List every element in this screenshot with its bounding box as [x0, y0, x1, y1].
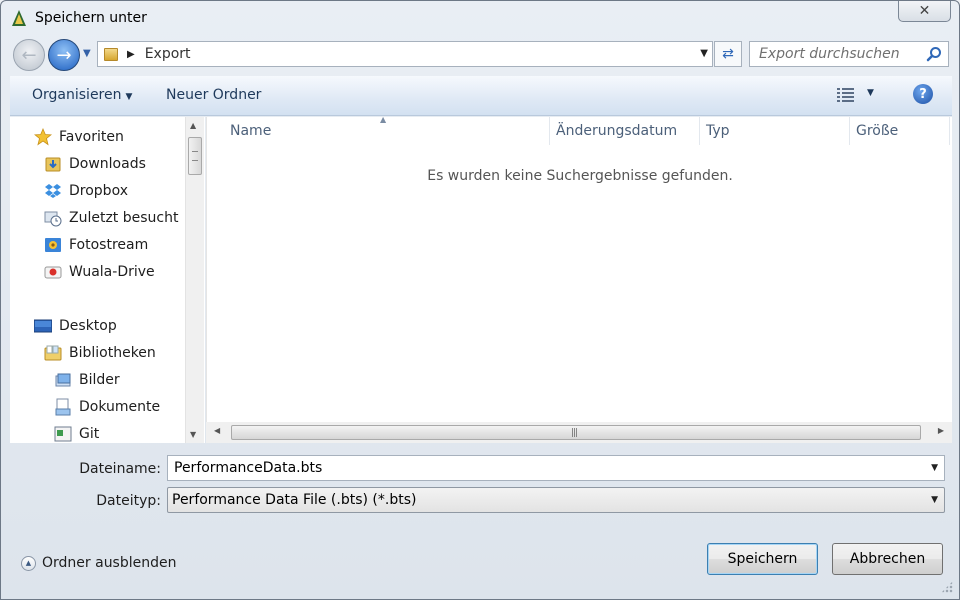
view-details-icon[interactable]: [836, 86, 856, 104]
command-bar: Organisieren ▼ Neuer Ordner ▼ ?: [10, 76, 952, 116]
sidebar-item-documents[interactable]: Dokumente: [54, 395, 160, 419]
title-bar: Speichern unter ✕: [1, 1, 959, 37]
scroll-up-icon[interactable]: ▲: [190, 121, 196, 130]
sidebar-item-pictures[interactable]: Bilder: [54, 368, 120, 392]
cancel-button[interactable]: Abbrechen: [832, 543, 943, 575]
sidebar-item-label: Zuletzt besucht: [69, 210, 179, 226]
sidebar-item-label: Git: [79, 426, 100, 442]
help-icon: ?: [919, 86, 927, 102]
new-folder-button[interactable]: Neuer Ordner: [166, 87, 261, 103]
filetype-selected-value: Performance Data File (.bts) (*.bts): [172, 492, 417, 508]
scrollbar-thumb[interactable]: [188, 137, 202, 175]
chevron-down-icon: ▼: [125, 92, 133, 102]
arrow-left-icon: ←: [21, 44, 37, 66]
sidebar-item-label: Favoriten: [59, 129, 124, 145]
search-icon[interactable]: [926, 46, 942, 62]
scroll-down-icon[interactable]: ▼: [190, 430, 196, 439]
scroll-left-icon[interactable]: ◀: [214, 426, 220, 435]
sidebar-item-label: Dokumente: [79, 399, 161, 415]
sidebar-item-label: Wuala-Drive: [69, 264, 155, 280]
back-button[interactable]: ←: [13, 39, 45, 71]
organize-menu-button[interactable]: Organisieren ▼: [32, 87, 132, 103]
organize-label: Organisieren: [32, 87, 122, 103]
sidebar-item-label: Bibliotheken: [69, 345, 156, 361]
app-icon: [12, 10, 26, 26]
filetype-label: Dateityp:: [96, 493, 161, 509]
window-title: Speichern unter: [35, 10, 147, 26]
pictures-library-icon: [55, 373, 71, 387]
hide-folders-label: Ordner ausblenden: [42, 555, 177, 571]
dropbox-icon: [45, 184, 61, 198]
sidebar-item-desktop[interactable]: Desktop: [34, 314, 117, 338]
column-divider[interactable]: [699, 117, 700, 145]
breadcrumb-separator-icon[interactable]: ▶: [127, 49, 135, 60]
chevron-up-icon: ▲: [21, 555, 36, 571]
help-button[interactable]: ?: [913, 84, 933, 104]
sidebar-item-wuala-drive[interactable]: Wuala-Drive: [44, 260, 155, 284]
libraries-icon: [44, 345, 62, 361]
search-input[interactable]: [750, 42, 920, 66]
refresh-button[interactable]: ⇄: [714, 41, 742, 67]
column-header-size[interactable]: Größe: [856, 123, 898, 139]
photostream-icon: [45, 238, 61, 252]
filename-input[interactable]: [168, 456, 918, 480]
column-header-name[interactable]: Name: [230, 123, 271, 139]
column-header-date-modified[interactable]: Änderungsdatum: [556, 123, 677, 139]
navigation-pane-scrollbar[interactable]: ▲ ▼: [185, 117, 204, 443]
filename-combobox[interactable]: ▼: [167, 455, 945, 481]
sidebar-item-label: Downloads: [69, 156, 146, 172]
recent-places-icon: [44, 211, 62, 227]
forward-button[interactable]: →: [48, 39, 80, 71]
filename-label: Dateiname:: [79, 461, 161, 477]
refresh-icon: ⇄: [722, 46, 734, 62]
scrollbar-thumb[interactable]: |||: [231, 425, 921, 440]
file-list: ▲ Name Änderungsdatum Typ Größe Es wurde…: [206, 115, 953, 422]
sidebar-item-recent-places[interactable]: Zuletzt besucht: [44, 206, 178, 230]
sort-ascending-icon: ▲: [380, 115, 387, 124]
recent-locations-dropdown[interactable]: ▼: [83, 48, 91, 59]
downloads-folder-icon: [45, 157, 61, 172]
sidebar-item-dropbox[interactable]: Dropbox: [44, 179, 128, 203]
git-library-icon: [54, 426, 72, 442]
column-divider[interactable]: [549, 117, 550, 145]
breadcrumb-export[interactable]: Export: [145, 46, 191, 62]
documents-library-icon: [55, 398, 71, 416]
empty-results-message: Es wurden keine Suchergebnisse gefunden.: [427, 168, 733, 184]
sidebar-item-photostream[interactable]: Fotostream: [44, 233, 148, 257]
hide-folders-toggle[interactable]: ▲ Ordner ausblenden: [21, 555, 177, 571]
resize-grip-icon[interactable]: [941, 581, 953, 593]
sidebar-item-favorites[interactable]: Favoriten: [34, 125, 124, 149]
column-header-type[interactable]: Typ: [706, 123, 730, 139]
grip-icon: |||: [571, 428, 578, 438]
sidebar-item-label: Desktop: [59, 318, 117, 334]
sidebar-item-label: Dropbox: [69, 183, 128, 199]
address-bar[interactable]: ▶ Export ▼: [97, 41, 713, 67]
folder-icon: [104, 47, 118, 61]
file-list-horizontal-scrollbar[interactable]: ◀ ||| ▶: [206, 422, 952, 443]
column-divider[interactable]: [949, 117, 950, 145]
chevron-down-icon[interactable]: ▼: [931, 463, 938, 473]
view-options-dropdown[interactable]: ▼: [867, 88, 874, 98]
sidebar-item-label: Fotostream: [69, 237, 149, 253]
scroll-right-icon[interactable]: ▶: [938, 426, 944, 435]
sidebar-item-libraries[interactable]: Bibliotheken: [44, 341, 156, 365]
column-header-row: ▲ Name Änderungsdatum Typ Größe: [207, 115, 953, 145]
desktop-icon: [34, 319, 52, 333]
wuala-drive-icon: [44, 266, 62, 279]
save-button[interactable]: Speichern: [707, 543, 818, 575]
close-button[interactable]: ✕: [898, 1, 951, 22]
column-divider[interactable]: [849, 117, 850, 145]
sidebar-item-git[interactable]: Git: [54, 422, 99, 443]
address-dropdown-icon[interactable]: ▼: [700, 48, 708, 59]
navigation-pane: Favoriten Downloads Dropbox Zuletzt besu…: [10, 117, 205, 443]
filetype-select[interactable]: Performance Data File (.bts) (*.bts) ▼: [167, 487, 945, 513]
sidebar-item-label: Bilder: [79, 372, 120, 388]
save-as-dialog: Speichern unter ✕ ← → ▼ ▶ Export ▼ ⇄ Org…: [0, 0, 960, 600]
star-icon: [34, 128, 52, 146]
arrow-right-icon: →: [56, 44, 72, 66]
search-box[interactable]: [749, 41, 949, 67]
chevron-down-icon: ▼: [931, 495, 938, 505]
close-icon: ✕: [918, 3, 931, 19]
sidebar-item-downloads[interactable]: Downloads: [44, 152, 146, 176]
